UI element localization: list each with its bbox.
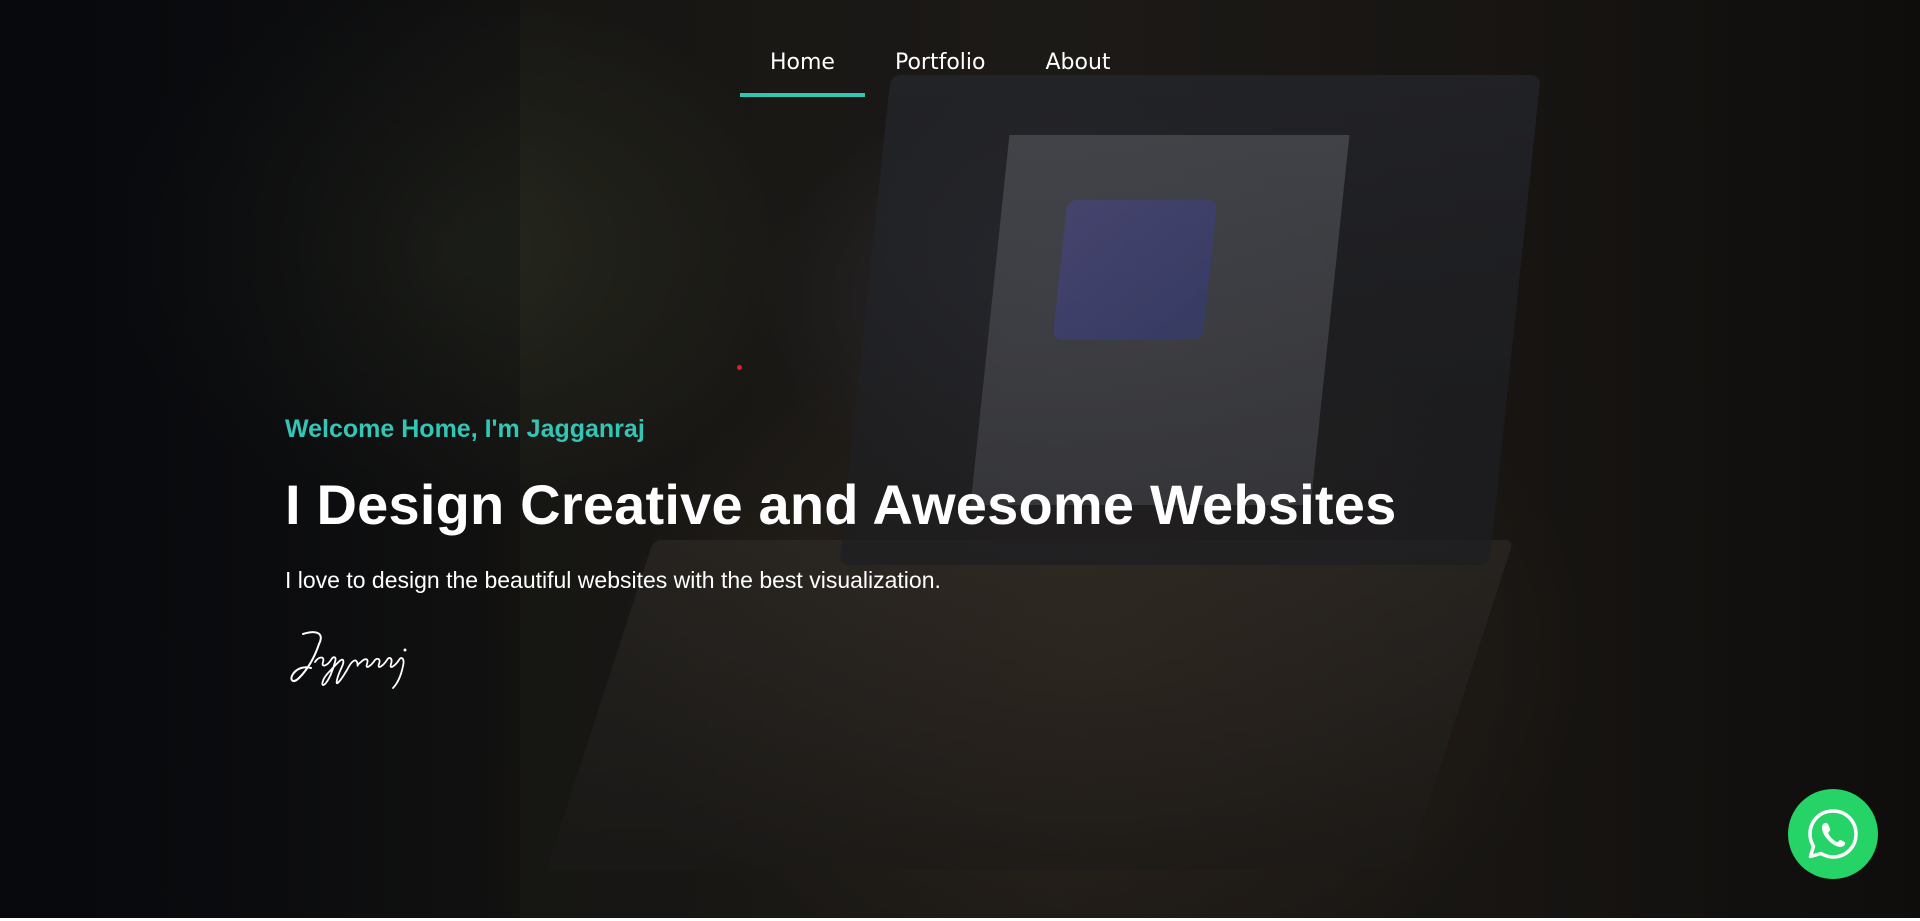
nav-about[interactable]: About <box>1015 44 1140 97</box>
hero-headline: I Design Creative and Awesome Websites <box>285 473 1397 536</box>
hero-text: Welcome Home, I'm Jagganraj I Design Cre… <box>285 415 1396 697</box>
signature-image <box>290 631 407 689</box>
welcome-text: Welcome Home, I'm Jagganraj <box>285 415 645 443</box>
hero-tagline: I love to design the beautiful websites … <box>285 567 941 593</box>
whatsapp-icon <box>1808 809 1858 859</box>
red-dot-indicator <box>737 365 742 370</box>
hero-section: Home Portfolio About Welcome Home, I'm J… <box>0 0 1920 918</box>
nav-home[interactable]: Home <box>740 44 865 97</box>
nav-portfolio[interactable]: Portfolio <box>865 44 1016 97</box>
main-nav: Home Portfolio About <box>740 44 1141 97</box>
whatsapp-button[interactable] <box>1788 789 1878 879</box>
